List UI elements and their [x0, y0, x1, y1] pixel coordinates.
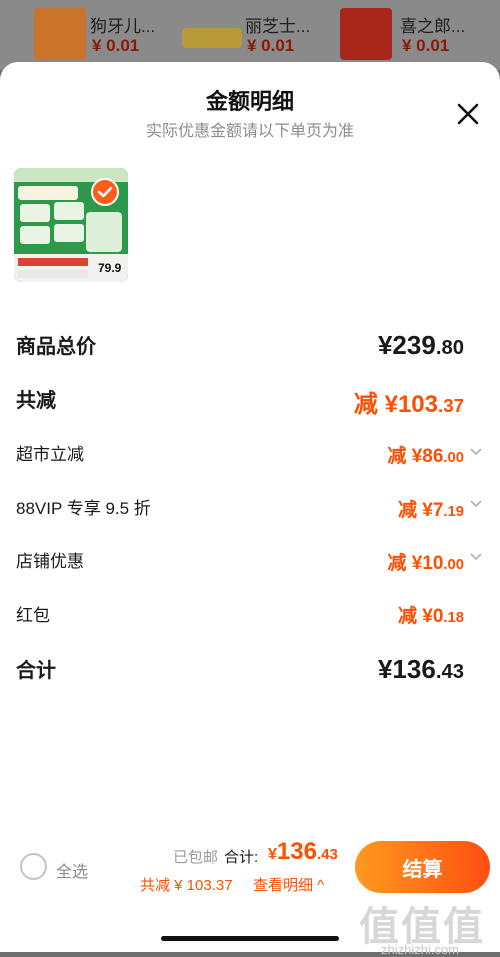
- row-label-supermarket-discount: 超市立减: [16, 445, 84, 464]
- row-label-store-discount: 店铺优惠: [16, 552, 84, 571]
- product-image: [34, 8, 86, 60]
- discount-summary: 共减 ¥ 103.37: [140, 877, 233, 894]
- product-price: ¥ 0.01: [402, 36, 450, 55]
- row-value-supermarket-discount: 减 ¥86.00: [387, 446, 464, 467]
- total-label: 合计:: [224, 849, 259, 866]
- background-product-3: 喜之郎... ¥ 0.01: [332, 0, 500, 70]
- chevron-down-icon[interactable]: [468, 549, 484, 565]
- shipping-status: 已包邮: [173, 849, 219, 866]
- product-image: [340, 8, 392, 60]
- row-value-store-discount: 减 ¥10.00: [387, 553, 464, 574]
- checkout-button[interactable]: 结算: [355, 841, 490, 893]
- product-name: 丽芝士...: [245, 17, 311, 36]
- row-value-subtotal: ¥239.80: [377, 330, 464, 360]
- row-label-grand-total: 合计: [16, 660, 56, 682]
- amount-detail-sheet: 金额明细 实际优惠金额请以下单页为准 79.9 商品总价 ¥239.80 共减 …: [0, 62, 500, 957]
- sheet-subtitle: 实际优惠金额请以下单页为准: [145, 123, 354, 140]
- select-all-label[interactable]: 全选: [56, 858, 88, 882]
- selected-check-icon[interactable]: [91, 178, 119, 206]
- chevron-down-icon[interactable]: [468, 444, 484, 460]
- product-thumb-price: 79.9: [98, 261, 122, 275]
- view-detail-link[interactable]: 查看明细 ^: [253, 874, 324, 895]
- background-product-strip: 狗牙儿... ¥ 0.01 丽芝士... ¥ 0.01 喜之郎... ¥ 0.0…: [0, 0, 500, 70]
- background-product-2: 丽芝士... ¥ 0.01: [166, 0, 332, 70]
- watermark-url: zhizhizhi.com: [380, 942, 460, 957]
- row-value-vip-discount: 减 ¥7.19: [397, 500, 464, 521]
- row-value-red-packet: 减 ¥0.18: [397, 606, 464, 627]
- row-value-total-discount: 减 ¥103.37: [353, 391, 464, 418]
- row-value-grand-total: ¥136.43: [377, 654, 464, 684]
- total-price: ¥136.43: [268, 838, 338, 865]
- product-price: ¥ 0.01: [92, 36, 140, 55]
- product-price: ¥ 0.01: [247, 36, 295, 55]
- row-label-subtotal: 商品总价: [16, 336, 96, 358]
- select-all-radio[interactable]: [20, 853, 47, 880]
- product-name: 喜之郎...: [400, 17, 466, 36]
- chevron-down-icon[interactable]: [468, 496, 484, 512]
- close-icon[interactable]: [452, 98, 484, 130]
- product-image: [182, 28, 242, 48]
- sheet-title: 金额明细: [205, 89, 294, 114]
- row-label-red-packet: 红包: [16, 606, 50, 625]
- background-product-1: 狗牙儿... ¥ 0.01: [0, 0, 166, 70]
- row-label-total-discount: 共减: [16, 390, 56, 412]
- row-label-vip-discount: 88VIP 专享 9.5 折: [16, 499, 151, 518]
- product-name: 狗牙儿...: [90, 17, 156, 36]
- home-indicator: [161, 936, 339, 941]
